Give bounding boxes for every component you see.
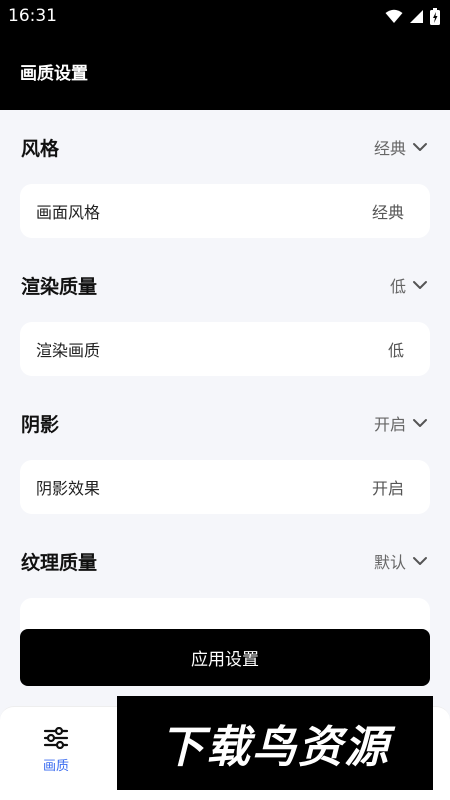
setting-card[interactable]: 阴影效果 开启 xyxy=(20,460,430,514)
setting-card[interactable]: 画面风格 经典 xyxy=(20,184,430,238)
signal-icon xyxy=(410,9,423,23)
dropdown-value: 经典 xyxy=(373,139,406,158)
dropdown-value: 低 xyxy=(389,277,406,296)
card-value: 开启 xyxy=(371,479,404,498)
style-dropdown[interactable]: 经典 xyxy=(374,135,428,159)
setting-card[interactable]: 渲染画质 低 xyxy=(20,322,430,376)
card-value: 经典 xyxy=(371,203,404,222)
chevron-down-icon xyxy=(413,419,427,427)
section-title: 纹理质量 xyxy=(21,551,98,574)
render-quality-dropdown[interactable]: 低 xyxy=(390,273,428,297)
section-header: 阴影 开启 xyxy=(0,386,450,460)
chevron-down-icon xyxy=(413,557,427,565)
setting-card[interactable] xyxy=(20,598,430,630)
status-bar: 16:31 xyxy=(0,0,450,32)
page-title: 画质设置 xyxy=(20,63,88,84)
nav-item-quality[interactable]: 画质 xyxy=(26,727,86,774)
card-label: 阴影效果 xyxy=(36,479,101,498)
watermark-logo: 下载鸟资源 xyxy=(117,696,433,790)
wifi-icon xyxy=(385,9,403,23)
settings-list[interactable]: 风格 经典 画面风格 经典 渲染质量 低 渲染画质 低 阴影 开启 阴影效果 开… xyxy=(0,110,450,630)
app-header: 画质设置 xyxy=(0,32,450,110)
shadow-dropdown[interactable]: 开启 xyxy=(374,411,428,435)
chevron-down-icon xyxy=(413,143,427,151)
section-render-quality: 渲染质量 低 渲染画质 低 xyxy=(0,248,450,386)
section-header: 风格 经典 xyxy=(0,110,450,184)
sliders-icon xyxy=(43,727,69,749)
status-icons xyxy=(385,7,440,25)
dropdown-value: 开启 xyxy=(373,415,406,434)
dropdown-value: 默认 xyxy=(373,553,406,572)
card-value: 低 xyxy=(387,341,404,360)
chevron-down-icon xyxy=(413,281,427,289)
status-time: 16:31 xyxy=(8,6,57,26)
section-title: 风格 xyxy=(21,137,60,160)
section-style: 风格 经典 画面风格 经典 xyxy=(0,110,450,248)
section-shadow: 阴影 开启 阴影效果 开启 xyxy=(0,386,450,524)
section-texture-quality: 纹理质量 默认 xyxy=(0,524,450,630)
card-label: 渲染画质 xyxy=(36,341,101,360)
battery-icon xyxy=(430,7,440,25)
texture-quality-dropdown[interactable]: 默认 xyxy=(374,549,428,573)
nav-item-label: 画质 xyxy=(42,759,69,774)
watermark-text: 下载鸟资源 xyxy=(160,722,390,773)
card-label: 画面风格 xyxy=(36,203,101,222)
section-header: 纹理质量 默认 xyxy=(0,524,450,598)
section-header: 渲染质量 低 xyxy=(0,248,450,322)
section-title: 阴影 xyxy=(21,413,60,436)
section-title: 渲染质量 xyxy=(21,275,98,298)
apply-settings-button[interactable]: 应用设置 xyxy=(20,629,430,686)
